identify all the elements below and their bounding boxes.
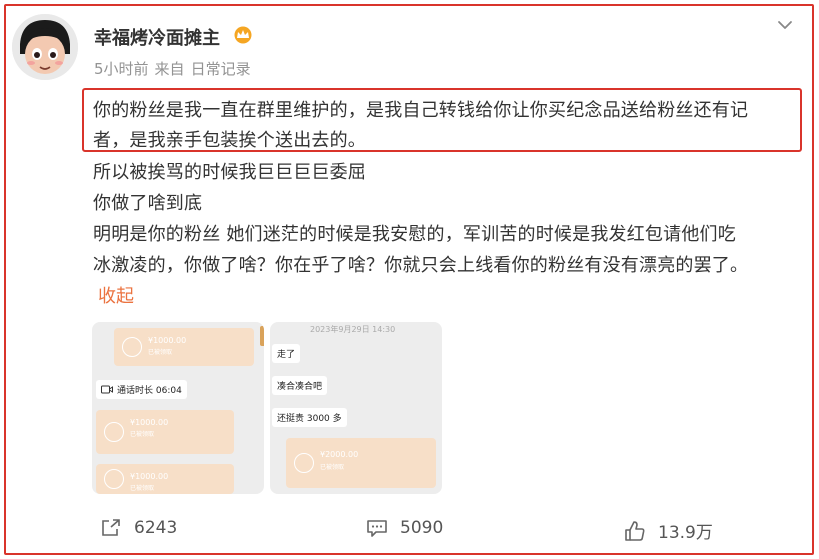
chat-message: 走了 [272,344,301,363]
payment-amount: ¥2000.00 [320,450,359,459]
repost-button[interactable]: 6243 [100,518,177,538]
video-call-icon [101,385,113,394]
payment-status: 已被领取 [130,431,155,438]
image-thumbnail-2[interactable]: 2023年9月29日 14:30 走了 凑合凑合吧 还挺贵 3000 多 ¥20… [270,322,442,494]
post-text-line-4: 你做了啥到底 [93,193,203,214]
payment-card: ¥1000.00 已被领取 [96,410,234,454]
like-count: 13.9万 [658,523,713,543]
repost-count: 6243 [134,518,178,538]
comment-count: 5090 [400,518,444,538]
post-from-label: 来自 [154,60,185,78]
collapse-link[interactable]: 收起 [98,282,134,308]
image-thumbnail-1[interactable]: ¥1000.00 已被领取 通话时长 06:04 ¥1000.00 已被领取 ¥… [92,322,264,494]
post-text-line-3: 所以被挨骂的时候我巨巨巨巨委屈 [93,162,366,183]
thumbs-up-icon [625,520,645,541]
post-text-line-1: 你的粉丝是我一直在群里维护的，是我自己转钱给你让你买纪念品送给粉丝还有记 [93,100,749,121]
payment-amount: ¥1000.00 [130,418,169,427]
share-icon [102,519,120,536]
payment-card: ¥2000.00 已被领取 [286,438,436,488]
payment-card: ¥1000.00 已被领取 [114,328,254,366]
call-duration-text: 通话时长 06:04 [117,386,182,396]
payment-status: 已被领取 [148,349,173,356]
post-source[interactable]: 日常记录 [191,60,251,78]
post-meta: 5小时前 来自 日常记录 [94,58,257,79]
chat-message: 还挺贵 3000 多 [272,408,347,427]
call-duration-bubble: 通话时长 06:04 [96,380,187,399]
avatar-edge [260,326,264,346]
payment-status: 已被领取 [130,485,155,492]
crown-icon [233,26,253,44]
comment-button[interactable]: 5090 [366,518,443,538]
post-text-line-2: 者，是我亲手包装挨个送出去的。 [93,130,366,151]
payment-status: 已被领取 [320,464,345,471]
chevron-down-icon[interactable] [777,16,793,29]
check-icon [294,453,314,473]
post-time: 5小时前 [94,60,149,78]
avatar[interactable] [12,14,78,80]
payment-amount: ¥1000.00 [130,472,169,481]
check-icon [104,422,124,442]
post-text-line-5: 明明是你的粉丝 她们迷茫的时候是我安慰的，军训苦的时候是我发红包请他们吃 [93,224,736,245]
payment-amount: ¥1000.00 [148,336,187,345]
chat-message: 凑合凑合吧 [272,376,328,395]
check-icon [104,469,124,489]
username[interactable]: 幸福烤冷面摊主 [94,24,220,50]
check-icon [122,337,142,357]
payment-card: ¥1000.00 已被领取 [96,464,234,494]
like-button[interactable]: 13.9万 [624,518,713,543]
post-text-line-6: 冰激凌的，你做了啥？你在乎了啥？你就只会上线看你的粉丝有没有漂亮的罢了。 [93,255,749,276]
comment-icon [367,520,387,537]
chat-timestamp: 2023年9月29日 14:30 [310,325,396,334]
